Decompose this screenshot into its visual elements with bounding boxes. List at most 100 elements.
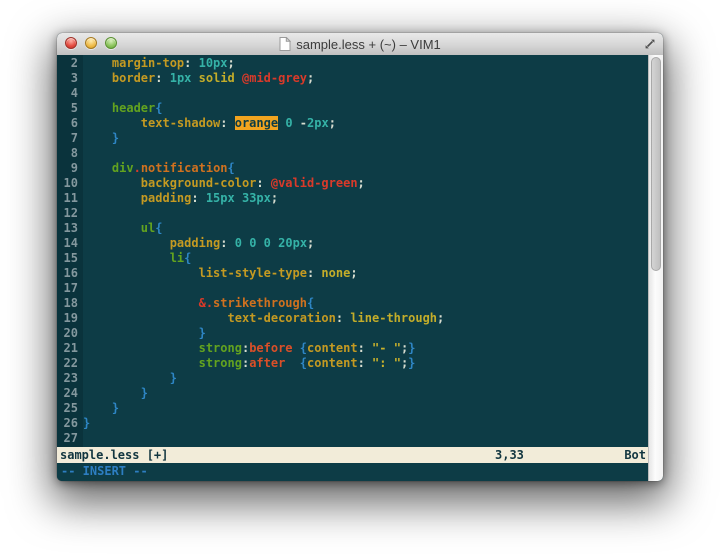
syntax-pseudo: after (249, 356, 285, 370)
line-number: 25 (57, 401, 83, 416)
syntax-punct: ; (329, 116, 336, 130)
mode-indicator: -- INSERT -- (61, 464, 148, 478)
syntax-prop: list-style-type (199, 266, 307, 280)
syntax-prop: text-shadow (141, 116, 220, 130)
code-text: div.notification{ (83, 161, 235, 176)
code-line: 21 strong:before {content: "- ";} (57, 341, 648, 356)
line-number: 23 (57, 371, 83, 386)
syntax-brace: { (155, 101, 162, 115)
indent-whitespace (83, 341, 199, 355)
code-area[interactable]: 2 margin-top: 10px;3 border: 1px solid @… (57, 55, 648, 448)
code-text: text-shadow: orange 0 -2px; (83, 116, 336, 131)
code-line: 12 (57, 206, 648, 221)
syntax-cls: strikethrough (213, 296, 307, 310)
code-line: 25 } (57, 401, 648, 416)
syntax-punct (235, 191, 242, 205)
code-line: 23 } (57, 371, 648, 386)
code-line: 4 (57, 86, 648, 101)
line-number: 5 (57, 101, 83, 116)
indent-whitespace (83, 101, 112, 115)
syntax-val: line-through (350, 311, 437, 325)
code-text: ul{ (83, 221, 162, 236)
line-number: 12 (57, 206, 83, 221)
indent-whitespace (83, 191, 141, 205)
line-number: 10 (57, 176, 83, 191)
syntax-brace: { (307, 296, 314, 310)
line-number: 3 (57, 71, 83, 86)
scrollbar-thumb[interactable] (651, 57, 661, 271)
line-number: 16 (57, 266, 83, 281)
indent-whitespace (83, 401, 112, 415)
syntax-brace: } (112, 131, 119, 145)
code-text: header{ (83, 101, 163, 116)
indent-whitespace (83, 176, 141, 190)
syntax-punct: ; (358, 176, 365, 190)
syntax-punct: : (307, 266, 321, 280)
line-number: 14 (57, 236, 83, 251)
code-line: 14 padding: 0 0 0 20px; (57, 236, 648, 251)
syntax-punct: : (220, 116, 234, 130)
code-line: 11 padding: 15px 33px; (57, 191, 648, 206)
line-number: 24 (57, 386, 83, 401)
syntax-punct: ; (271, 191, 278, 205)
statusline-cursor-position: 3,33 (495, 447, 524, 463)
vim-editor[interactable]: 2 margin-top: 10px;3 border: 1px solid @… (57, 55, 663, 481)
minimize-button[interactable] (85, 37, 97, 49)
indent-whitespace (83, 356, 199, 370)
code-text: } (83, 131, 119, 146)
code-line: 16 list-style-type: none; (57, 266, 648, 281)
code-line: 17 (57, 281, 648, 296)
syntax-punct: - (293, 116, 307, 130)
line-number: 22 (57, 356, 83, 371)
code-text: } (83, 326, 206, 341)
syntax-pseudo: before (249, 341, 292, 355)
syntax-brace: } (408, 341, 415, 355)
code-text: border: 1px solid @mid-grey; (83, 71, 314, 86)
syntax-val: none (321, 266, 350, 280)
indent-whitespace (83, 71, 112, 85)
code-text: } (83, 416, 90, 431)
zoom-button[interactable] (105, 37, 117, 49)
code-text: list-style-type: none; (83, 266, 358, 281)
line-number: 4 (57, 86, 83, 101)
close-button[interactable] (65, 37, 77, 49)
code-text: } (83, 401, 119, 416)
indent-whitespace (83, 236, 170, 250)
indent-whitespace (83, 251, 170, 265)
syntax-brace: } (408, 356, 415, 370)
code-text: background-color: @valid-green; (83, 176, 365, 191)
syntax-num: 1px (170, 71, 192, 85)
code-line: 6 text-shadow: orange 0 -2px; (57, 116, 648, 131)
code-line: 9 div.notification{ (57, 161, 648, 176)
syntax-punct: ; (307, 236, 314, 250)
color-preview-highlight: orange (235, 116, 278, 130)
line-number: 26 (57, 416, 83, 431)
indent-whitespace (83, 116, 141, 130)
syntax-punct: ; (350, 266, 357, 280)
code-text: strong:after {content: ": ";} (83, 356, 415, 371)
indent-whitespace (83, 131, 112, 145)
syntax-punct: ; (437, 311, 444, 325)
syntax-brace: } (112, 401, 119, 415)
code-text: strong:before {content: "- ";} (83, 341, 415, 356)
fullscreen-icon[interactable] (643, 37, 657, 51)
line-number: 20 (57, 326, 83, 341)
code-line: 19 text-decoration: line-through; (57, 311, 648, 326)
code-line: 18 &.strikethrough{ (57, 296, 648, 311)
window-titlebar[interactable]: sample.less + (~) – VIM1 (57, 33, 663, 56)
line-number: 19 (57, 311, 83, 326)
syntax-prop: padding (170, 236, 221, 250)
syntax-num: 0 (235, 236, 242, 250)
window-title: sample.less + (~) – VIM1 (296, 37, 441, 52)
code-line: 15 li{ (57, 251, 648, 266)
syntax-punct (256, 236, 263, 250)
line-number: 18 (57, 296, 83, 311)
indent-whitespace (83, 221, 141, 235)
line-number: 21 (57, 341, 83, 356)
scrollbar[interactable] (648, 55, 663, 481)
syntax-punct (235, 71, 242, 85)
code-line: 27 (57, 431, 648, 446)
syntax-punct (191, 71, 198, 85)
window-title-area: sample.less + (~) – VIM1 (177, 33, 543, 55)
syntax-prop: border (112, 71, 155, 85)
